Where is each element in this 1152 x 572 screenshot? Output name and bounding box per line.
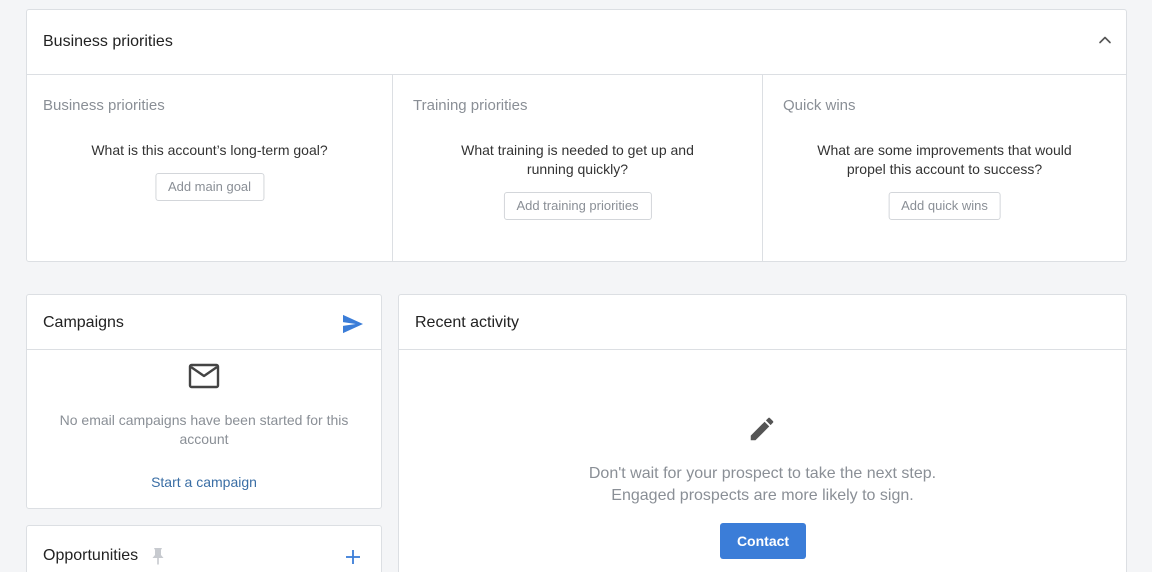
send-icon[interactable] bbox=[342, 314, 364, 334]
contact-button[interactable]: Contact bbox=[720, 523, 806, 559]
mail-icon bbox=[188, 363, 220, 389]
business-priorities-column: Business priorities What is this account… bbox=[27, 75, 392, 261]
opportunities-title: Opportunities bbox=[43, 547, 139, 564]
start-campaign-link[interactable]: Start a campaign bbox=[27, 474, 381, 490]
business-priorities-header: Business priorities bbox=[27, 10, 1126, 75]
campaigns-card: Campaigns No email campaigns have been s… bbox=[26, 294, 382, 509]
recent-activity-card: Recent activity Don't wait for your pros… bbox=[398, 294, 1127, 572]
campaigns-header: Campaigns bbox=[27, 295, 381, 350]
pencil-icon bbox=[750, 417, 774, 441]
campaigns-empty-text: No email campaigns have been started for… bbox=[59, 412, 349, 447]
column-title: Training priorities bbox=[413, 97, 528, 114]
column-question: What training is needed to get up and ru… bbox=[461, 142, 694, 177]
column-title: Quick wins bbox=[783, 97, 856, 114]
add-training-priorities-button[interactable]: Add training priorities bbox=[503, 192, 652, 220]
training-priorities-column: Training priorities What training is nee… bbox=[392, 75, 762, 261]
recent-activity-message: Don't wait for your prospect to take the… bbox=[399, 463, 1126, 507]
column-question: What is this account’s long-term goal? bbox=[91, 142, 328, 158]
recent-activity-title: Recent activity bbox=[415, 314, 520, 331]
chevron-up-icon[interactable] bbox=[1097, 32, 1113, 48]
quick-wins-column: Quick wins What are some improvements th… bbox=[762, 75, 1126, 261]
add-main-goal-button[interactable]: Add main goal bbox=[154, 173, 265, 201]
business-priorities-title: Business priorities bbox=[43, 33, 173, 50]
recent-activity-header: Recent activity bbox=[399, 295, 1126, 350]
pin-icon[interactable] bbox=[151, 547, 165, 565]
business-priorities-card: Business priorities Business priorities … bbox=[26, 9, 1127, 262]
recent-activity-message-line: Engaged prospects are more likely to sig… bbox=[611, 487, 914, 504]
column-title: Business priorities bbox=[43, 97, 165, 114]
plus-icon[interactable] bbox=[345, 549, 361, 565]
recent-activity-message-line: Don't wait for your prospect to take the… bbox=[588, 465, 937, 482]
campaigns-title: Campaigns bbox=[43, 314, 124, 331]
column-question: What are some improvements that would pr… bbox=[817, 142, 1072, 177]
opportunities-card: Opportunities bbox=[26, 525, 382, 572]
add-quick-wins-button[interactable]: Add quick wins bbox=[888, 192, 1001, 220]
